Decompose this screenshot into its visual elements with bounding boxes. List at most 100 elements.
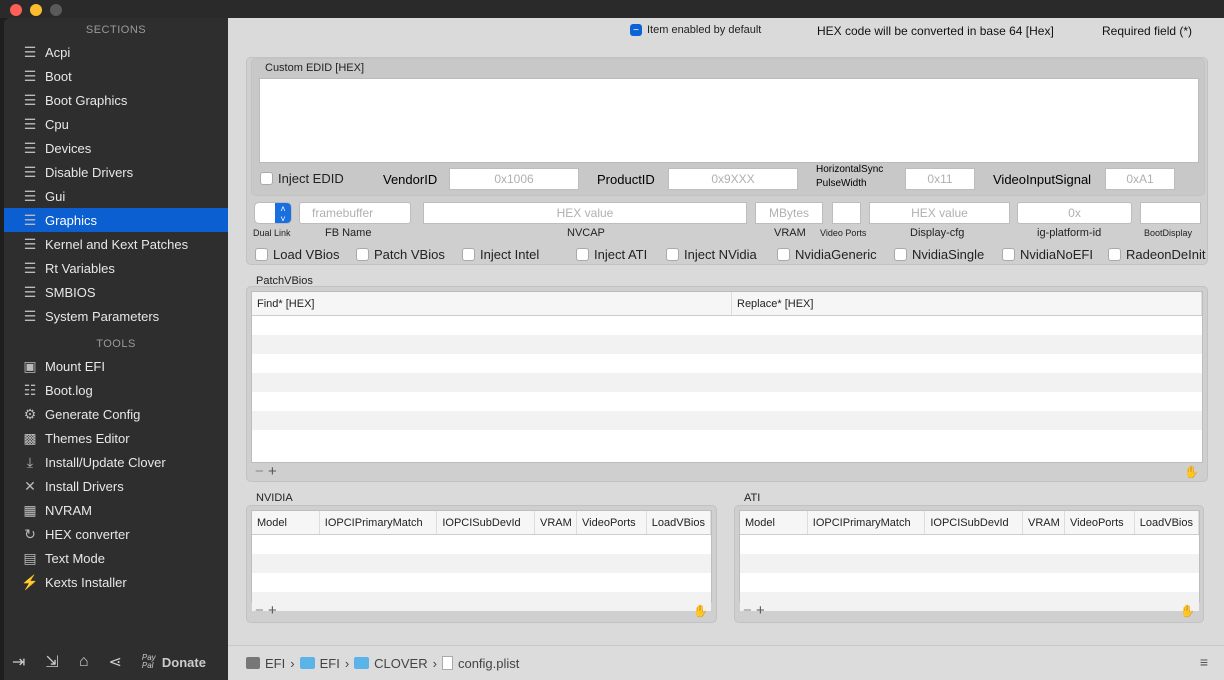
nvidiageneric-checkbox[interactable]: NvidiaGeneric	[777, 247, 894, 262]
column-iopcisubdevid[interactable]: IOPCISubDevId	[925, 511, 1024, 534]
column-find[interactable]: Find* [HEX]	[252, 292, 732, 315]
nvidia-table[interactable]: Model IOPCIPrimaryMatch IOPCISubDevId VRAM V…	[251, 510, 712, 611]
hsync-input[interactable]: 0x11	[905, 168, 975, 190]
tool-install-drivers[interactable]: ✕ Install Drivers	[4, 474, 228, 498]
minimize-button[interactable]	[30, 4, 42, 16]
nvidianoefi-checkbox[interactable]: NvidiaNoEFI	[1002, 247, 1108, 262]
sidebar-item-rt-variables[interactable]: ☰ Rt Variables	[4, 256, 228, 280]
video-ports-input[interactable]	[832, 202, 861, 224]
video-input-signal-input[interactable]: 0xA1	[1105, 168, 1175, 190]
nvidia-remove-button[interactable]: −	[255, 602, 264, 619]
tool-boot-log[interactable]: ☷ Boot.log	[4, 378, 228, 402]
column-vram[interactable]: VRAM	[535, 511, 578, 534]
breadcrumb-efi-volume[interactable]: EFI	[265, 656, 285, 671]
table-row[interactable]	[252, 335, 1202, 354]
breadcrumb-config-plist[interactable]: config.plist	[458, 656, 519, 671]
tool-themes-editor[interactable]: ▩ Themes Editor	[4, 426, 228, 450]
ati-remove-button[interactable]: −	[743, 602, 752, 619]
vram-input[interactable]: MBytes	[755, 202, 823, 224]
remove-row-button[interactable]: −	[255, 463, 264, 480]
menu-icon[interactable]: ≡	[1200, 654, 1208, 670]
sidebar-item-graphics[interactable]: ☰ Graphics	[4, 208, 228, 232]
add-row-button[interactable]: +	[268, 463, 277, 480]
nvcap-input[interactable]: HEX value	[423, 202, 747, 224]
product-id-input[interactable]: 0x9XXX	[668, 168, 798, 190]
table-row[interactable]	[252, 573, 711, 592]
inject-ati-checkbox[interactable]: Inject ATI	[576, 247, 666, 262]
sidebar-item-boot-graphics[interactable]: ☰ Boot Graphics	[4, 88, 228, 112]
vendor-id-input[interactable]: 0x1006	[449, 168, 579, 190]
column-loadvbios[interactable]: LoadVBios	[647, 511, 711, 534]
column-iopciprimarymatch[interactable]: IOPCIPrimaryMatch	[808, 511, 926, 534]
load-vbios-checkbox[interactable]: Load VBios	[255, 247, 356, 262]
column-replace[interactable]: Replace* [HEX]	[732, 292, 1202, 315]
sidebar-item-system-parameters[interactable]: ☰ System Parameters	[4, 304, 228, 328]
table-row[interactable]	[740, 554, 1199, 573]
sidebar-item-smbios[interactable]: ☰ SMBIOS	[4, 280, 228, 304]
table-row[interactable]	[252, 373, 1202, 392]
sidebar-item-boot[interactable]: ☰ Boot	[4, 64, 228, 88]
drag-hand-icon[interactable]: ✋	[693, 604, 708, 618]
column-iopciprimarymatch[interactable]: IOPCIPrimaryMatch	[320, 511, 438, 534]
tool-nvram[interactable]: ▦ NVRAM	[4, 498, 228, 522]
table-row[interactable]	[740, 535, 1199, 554]
boot-display-input[interactable]	[1140, 202, 1201, 224]
tool-kexts-installer[interactable]: ⚡ Kexts Installer	[4, 570, 228, 594]
home-icon[interactable]: ⌂	[79, 653, 89, 671]
table-row[interactable]	[740, 592, 1199, 611]
column-videoports[interactable]: VideoPorts	[1065, 511, 1135, 534]
table-row[interactable]	[252, 554, 711, 573]
table-row[interactable]	[252, 392, 1202, 411]
column-videoports[interactable]: VideoPorts	[577, 511, 647, 534]
ati-table[interactable]: Model IOPCIPrimaryMatch IOPCISubDevId VRAM V…	[739, 510, 1200, 611]
column-model[interactable]: Model	[252, 511, 320, 534]
table-row[interactable]	[252, 430, 1202, 449]
zoom-button[interactable]	[50, 4, 62, 16]
breadcrumb-clover[interactable]: CLOVER	[374, 656, 427, 671]
share-icon[interactable]: ⋖	[108, 652, 121, 672]
fb-name-combo[interactable]: framebuffer	[299, 202, 411, 224]
table-row[interactable]	[252, 411, 1202, 430]
close-button[interactable]	[10, 4, 22, 16]
inject-edid-checkbox[interactable]: Inject EDID	[260, 171, 344, 186]
table-row[interactable]	[740, 573, 1199, 592]
export-icon[interactable]: ⇲	[45, 652, 58, 672]
ati-add-button[interactable]: +	[756, 602, 765, 619]
column-model[interactable]: Model	[740, 511, 808, 534]
inject-intel-checkbox[interactable]: Inject Intel	[462, 247, 576, 262]
custom-edid-textarea[interactable]	[259, 78, 1199, 163]
sidebar-item-acpi[interactable]: ☰ Acpi	[4, 40, 228, 64]
column-loadvbios[interactable]: LoadVBios	[1135, 511, 1199, 534]
donate-button[interactable]: Pay Pal Donate	[142, 654, 206, 670]
drag-hand-icon[interactable]: ✋	[1184, 465, 1199, 479]
sidebar-item-disable-drivers[interactable]: ☰ Disable Drivers	[4, 160, 228, 184]
tool-install-update-clover[interactable]: ⤓ Install/Update Clover	[4, 450, 228, 474]
nvidia-add-button[interactable]: +	[268, 602, 277, 619]
table-row[interactable]	[252, 354, 1202, 373]
radeondeinit-checkbox[interactable]: RadeonDeInit	[1108, 247, 1208, 262]
sidebar-item-cpu[interactable]: ☰ Cpu	[4, 112, 228, 136]
column-vram[interactable]: VRAM	[1023, 511, 1066, 534]
table-row[interactable]	[252, 592, 711, 611]
nvidiasingle-checkbox[interactable]: NvidiaSingle	[894, 247, 1002, 262]
ig-platform-id-combo[interactable]: 0x	[1017, 202, 1132, 224]
breadcrumb-efi-folder[interactable]: EFI	[320, 656, 340, 671]
item-enabled-checkbox[interactable]: −	[630, 24, 642, 36]
dual-link-select[interactable]: ˄ ˅	[254, 202, 292, 224]
patch-vbios-table[interactable]: Find* [HEX] Replace* [HEX]	[251, 291, 1203, 463]
tool-mount-efi[interactable]: ▣ Mount EFI	[4, 354, 228, 378]
drag-hand-icon[interactable]: ✋	[1180, 604, 1195, 618]
tool-text-mode[interactable]: ▤ Text Mode	[4, 546, 228, 570]
sidebar-item-kernel-and-kext-patches[interactable]: ☰ Kernel and Kext Patches	[4, 232, 228, 256]
sidebar-item-gui[interactable]: ☰ Gui	[4, 184, 228, 208]
import-icon[interactable]: ⇥	[12, 652, 25, 672]
patch-vbios-checkbox[interactable]: Patch VBios	[356, 247, 462, 262]
inject-nvidia-checkbox[interactable]: Inject NVidia	[666, 247, 777, 262]
column-iopcisubdevid[interactable]: IOPCISubDevId	[437, 511, 536, 534]
display-cfg-input[interactable]: HEX value	[869, 202, 1010, 224]
tool-generate-config[interactable]: ⚙ Generate Config	[4, 402, 228, 426]
sidebar-item-devices[interactable]: ☰ Devices	[4, 136, 228, 160]
table-row[interactable]	[252, 316, 1202, 335]
tool-hex-converter[interactable]: ↻ HEX converter	[4, 522, 228, 546]
table-row[interactable]	[252, 535, 711, 554]
